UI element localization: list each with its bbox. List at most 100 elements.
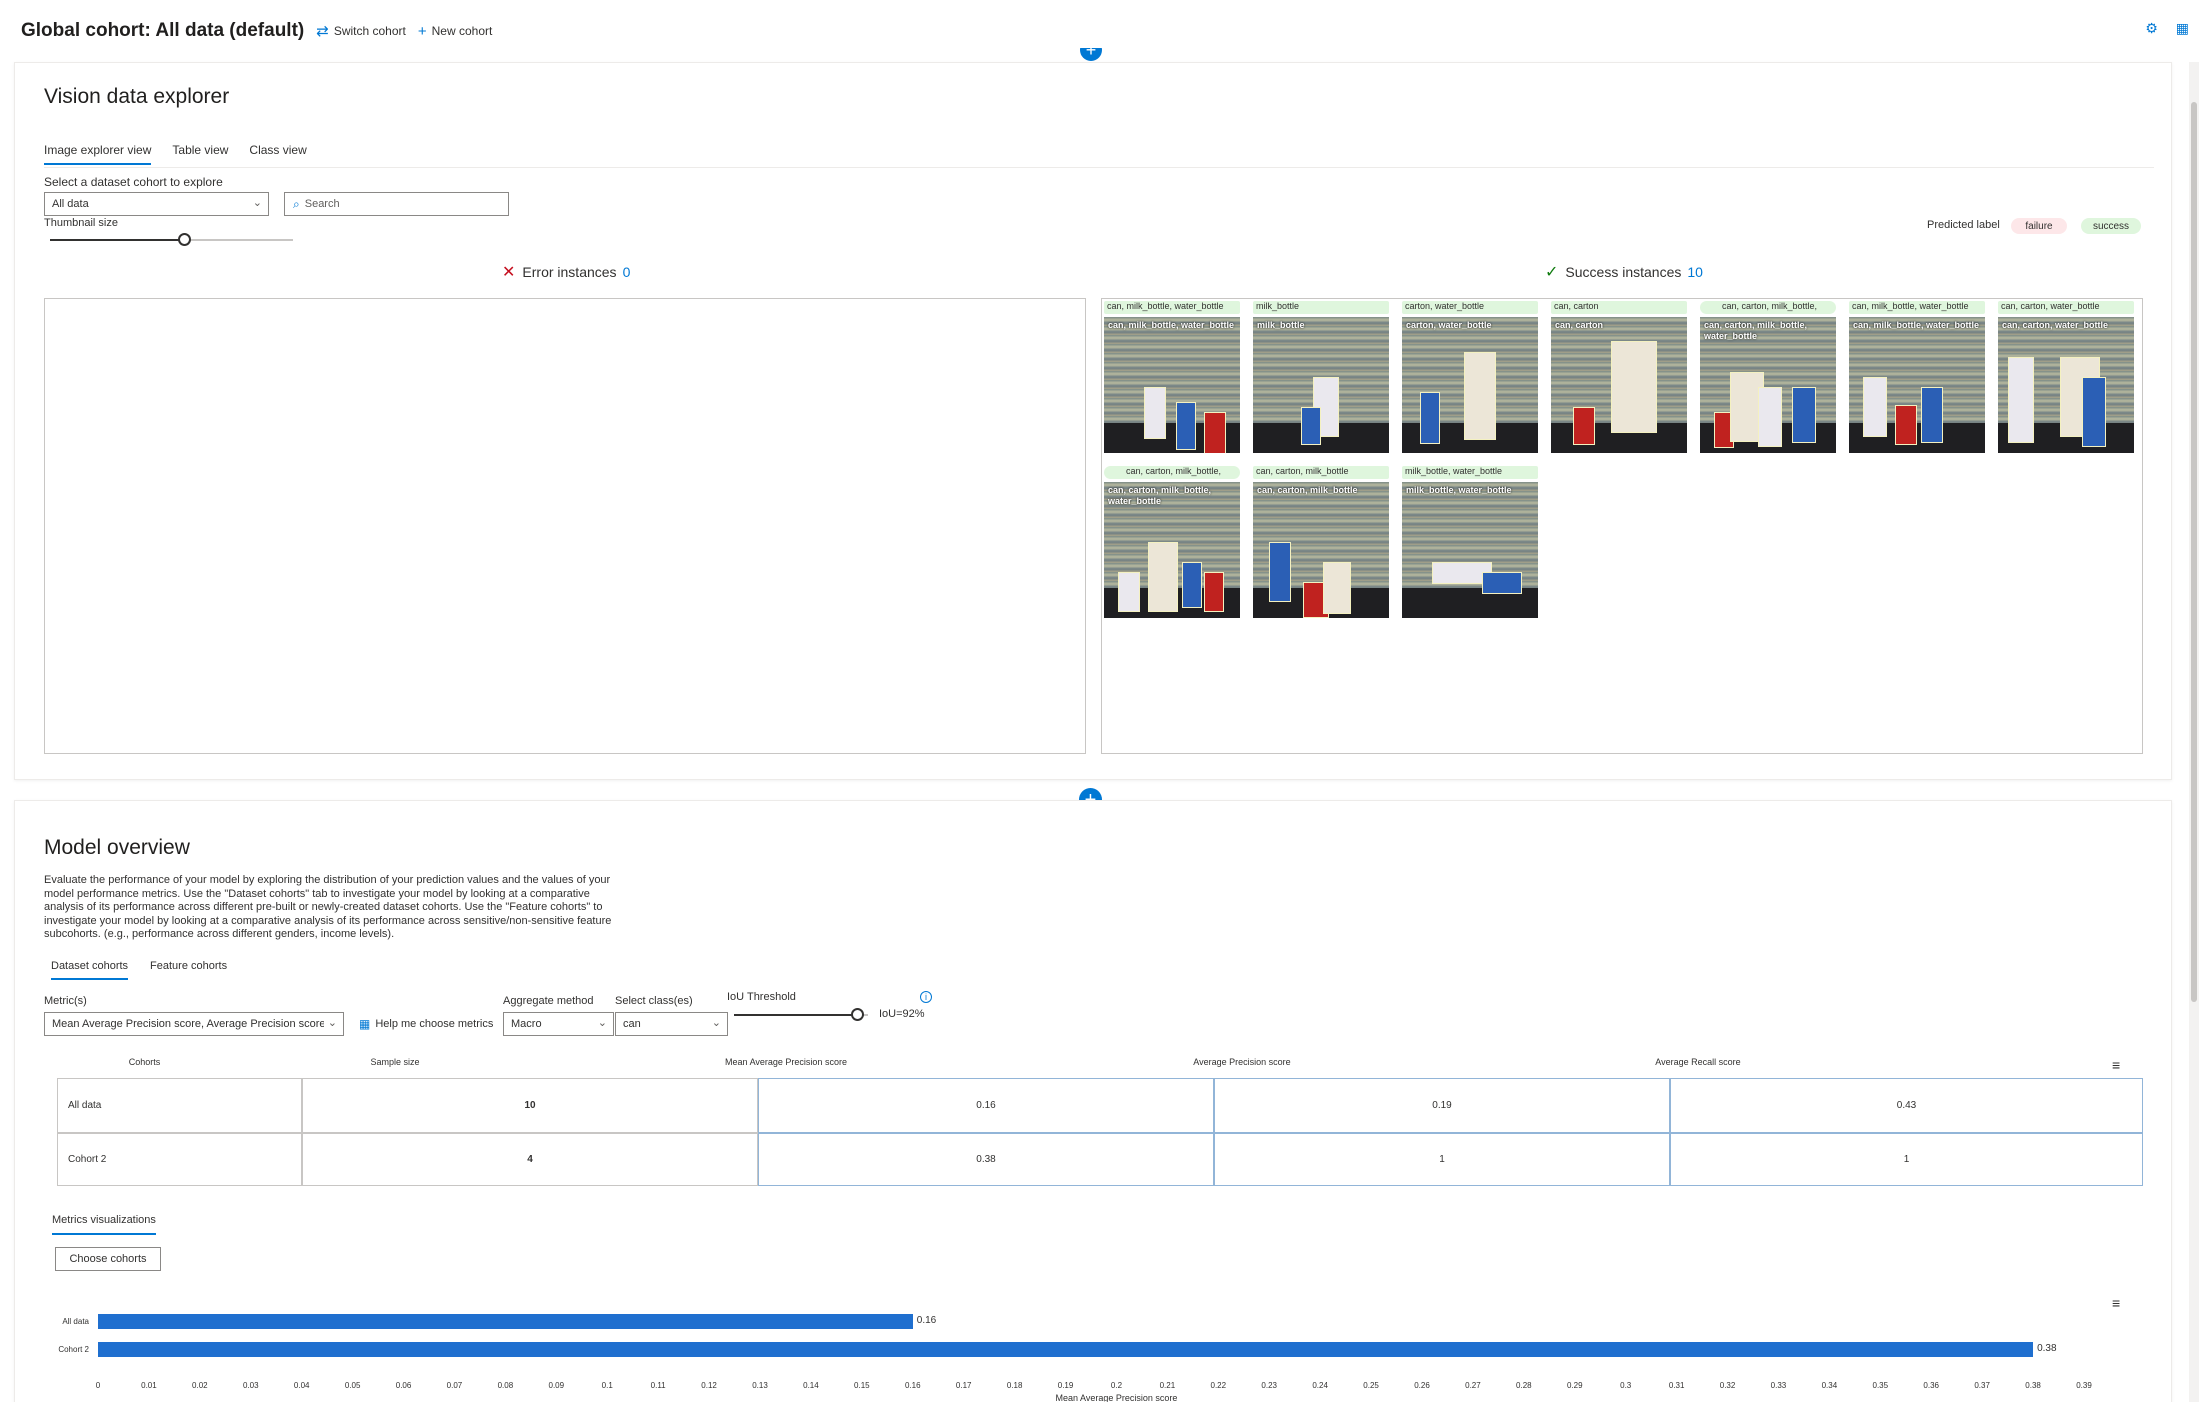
settings-icon[interactable]: ⚙ xyxy=(2145,20,2158,37)
tab-table-view[interactable]: Table view xyxy=(172,143,228,165)
help-choose-metrics-label: Help me choose metrics xyxy=(375,1018,494,1030)
select-class-value: can xyxy=(623,1018,641,1030)
chart-x-tick-label: 0.2 xyxy=(1110,1381,1123,1390)
cohort-select-label: Select a dataset cohort to explore xyxy=(44,175,223,189)
predicted-label-legend: Predicted label xyxy=(1927,219,2000,231)
image-thumbnail[interactable]: milk_bottle, water_bottle milk_bottle, wa… xyxy=(1402,466,1538,618)
chart-x-tick-label: 0.37 xyxy=(1974,1381,1990,1390)
chart-x-tick-label: 0.24 xyxy=(1312,1381,1328,1390)
page-scrollbar[interactable] xyxy=(2189,62,2199,1402)
detected-object-box xyxy=(1573,407,1595,445)
thumbnail-overlay-label: can, milk_bottle, water_bottle xyxy=(1853,320,1980,330)
tab-class-view[interactable]: Class view xyxy=(249,143,306,165)
detected-object-box xyxy=(1148,542,1178,612)
tab-feature-cohorts[interactable]: Feature cohorts xyxy=(150,960,227,980)
chart-x-tick-label: 0.04 xyxy=(293,1381,310,1390)
error-instances-header: ✕ Error instances 0 xyxy=(502,262,630,282)
detected-object-box xyxy=(1204,572,1224,612)
chart-category-label: Cohort 2 xyxy=(58,1345,89,1354)
search-input[interactable]: ⌕ Search xyxy=(284,192,509,216)
search-placeholder: Search xyxy=(304,198,340,210)
chart-x-tick-label: 0.02 xyxy=(192,1381,208,1390)
chart-x-tick-label: 0.14 xyxy=(803,1381,819,1390)
thumbnail-caption: milk_bottle xyxy=(1253,301,1389,314)
detected-object-box xyxy=(1482,572,1522,594)
tab-metrics-visualizations[interactable]: Metrics visualizations xyxy=(52,1214,156,1235)
chart-x-tick-label: 0.06 xyxy=(395,1381,412,1390)
thumbnail-caption: can, carton, milk_bottle xyxy=(1253,466,1389,479)
image-thumbnail[interactable]: can, carton can, carton xyxy=(1551,301,1687,453)
layout-icon[interactable]: ▦ xyxy=(2176,20,2189,37)
thumbnail-overlay-label: can, carton, milk_bottle, water_bottle xyxy=(1108,485,1212,506)
col-header-cohorts: Cohorts xyxy=(128,1057,161,1067)
chart-x-tick-label: 0.03 xyxy=(242,1381,259,1390)
error-instances-count: 0 xyxy=(622,264,631,280)
chart-x-tick-label: 0.31 xyxy=(1668,1381,1685,1390)
error-instances-label: Error instances xyxy=(522,264,617,280)
help-choose-metrics-link[interactable]: ▦ Help me choose metrics xyxy=(359,1017,493,1031)
thumbnail-slider-handle[interactable] xyxy=(177,233,191,246)
image-thumbnail[interactable]: carton, water_bottle carton, water_bottle xyxy=(1402,301,1538,453)
chart-x-tick-label: 0.07 xyxy=(446,1381,463,1390)
metrics-dropdown[interactable]: Mean Average Precision score, Average Pr… xyxy=(44,1012,344,1036)
col-header-ar: Average Recall score xyxy=(1655,1057,1741,1067)
cohort-tabs: Dataset cohorts Feature cohorts xyxy=(51,960,227,980)
new-cohort-button[interactable]: + New cohort xyxy=(418,23,492,40)
choose-cohorts-button[interactable]: Choose cohorts xyxy=(55,1247,161,1271)
cohort-dropdown[interactable]: All data ⌄ xyxy=(44,192,269,216)
chart-x-tick-label: 0.19 xyxy=(1057,1381,1074,1390)
table-cell-map: 0.16 xyxy=(758,1078,1214,1133)
page-title: Global cohort: All data (default) xyxy=(21,20,305,41)
chevron-down-icon: ⌄ xyxy=(711,1017,721,1029)
chart-category-label: All data xyxy=(62,1317,89,1326)
vision-explorer-title: Vision data explorer xyxy=(44,85,230,108)
model-overview-description: Evaluate the performance of your model b… xyxy=(44,874,612,940)
top-right-icons: ⚙ ▦ xyxy=(2145,20,2189,37)
image-thumbnail[interactable]: can, carton, milk_bottle can, carton, mil… xyxy=(1253,466,1389,618)
chevron-down-icon: ⌄ xyxy=(327,1017,337,1029)
image-thumbnail[interactable]: milk_bottle milk_bottle xyxy=(1253,301,1389,453)
iou-slider-handle[interactable] xyxy=(851,1008,865,1021)
chart-x-tick-label: 0.27 xyxy=(1465,1381,1481,1390)
error-x-icon: ✕ xyxy=(502,264,516,281)
chart-bar[interactable] xyxy=(98,1314,913,1329)
select-class-dropdown[interactable]: can ⌄ xyxy=(615,1012,728,1036)
table-cell-ar: 0.43 xyxy=(1670,1078,2143,1133)
detected-object-box xyxy=(1269,542,1291,602)
info-icon[interactable]: i xyxy=(920,991,932,1003)
image-thumbnail[interactable]: can, milk_bottle, water_bottle can, milk_… xyxy=(1849,301,1985,453)
aggregate-method-label: Aggregate method xyxy=(503,995,594,1007)
new-cohort-label: New cohort xyxy=(431,24,493,38)
detected-object-box xyxy=(1118,572,1140,612)
thumbnail-caption: can, milk_bottle, water_bottle xyxy=(1849,301,1985,314)
thumbnail-slider-fill xyxy=(50,239,184,241)
thumbnail-image: milk_bottle, water_bottle xyxy=(1402,482,1538,618)
image-thumbnail[interactable]: can, carton, water_bottle can, carton, wa… xyxy=(1998,301,2134,453)
success-instances-header: ✓ Success instances 10 xyxy=(1545,262,1703,282)
metric-bar-chart: All data 0.16 Cohort 2 0.38 0 0.01 0.02 0.03 0.0… xyxy=(15,1281,2173,1402)
table-cell-sample-size: 10 xyxy=(302,1078,758,1133)
table-menu-icon[interactable]: ≡ xyxy=(2112,1057,2120,1073)
thumbnail-overlay-label: can, carton, milk_bottle xyxy=(1257,485,1358,495)
chart-x-tick-label: 0.01 xyxy=(141,1381,157,1390)
scrollbar-thumb[interactable] xyxy=(2191,102,2197,1002)
thumbnail-overlay-label: can, carton xyxy=(1555,320,1604,330)
chart-x-tick-label: 0 xyxy=(95,1381,101,1390)
success-instances-count: 10 xyxy=(1687,264,1703,280)
image-thumbnail[interactable]: can, carton, milk_bottle, can, carton, mi… xyxy=(1104,466,1240,618)
chart-x-tick-label: 0.25 xyxy=(1363,1381,1379,1390)
detected-object-box xyxy=(1464,352,1496,440)
aggregate-method-dropdown[interactable]: Macro ⌄ xyxy=(503,1012,614,1036)
tab-image-explorer[interactable]: Image explorer view xyxy=(44,143,152,165)
tab-dataset-cohorts[interactable]: Dataset cohorts xyxy=(51,960,129,980)
chart-x-tick-label: 0.22 xyxy=(1210,1381,1227,1390)
search-icon: ⌕ xyxy=(293,196,300,211)
image-thumbnail[interactable]: can, carton, milk_bottle, can, carton, mi… xyxy=(1700,301,1836,453)
thumbnail-caption: can, carton, milk_bottle, xyxy=(1104,466,1240,479)
image-thumbnail[interactable]: can, milk_bottle, water_bottle can, milk_… xyxy=(1104,301,1240,453)
chart-x-tick-label: 0.1 xyxy=(601,1381,613,1390)
switch-cohort-button[interactable]: ⇄ Switch cohort xyxy=(316,22,406,40)
detected-object-box xyxy=(1144,387,1166,439)
thumbnail-image: can, milk_bottle, water_bottle xyxy=(1104,317,1240,453)
chart-bar[interactable] xyxy=(98,1342,2034,1357)
